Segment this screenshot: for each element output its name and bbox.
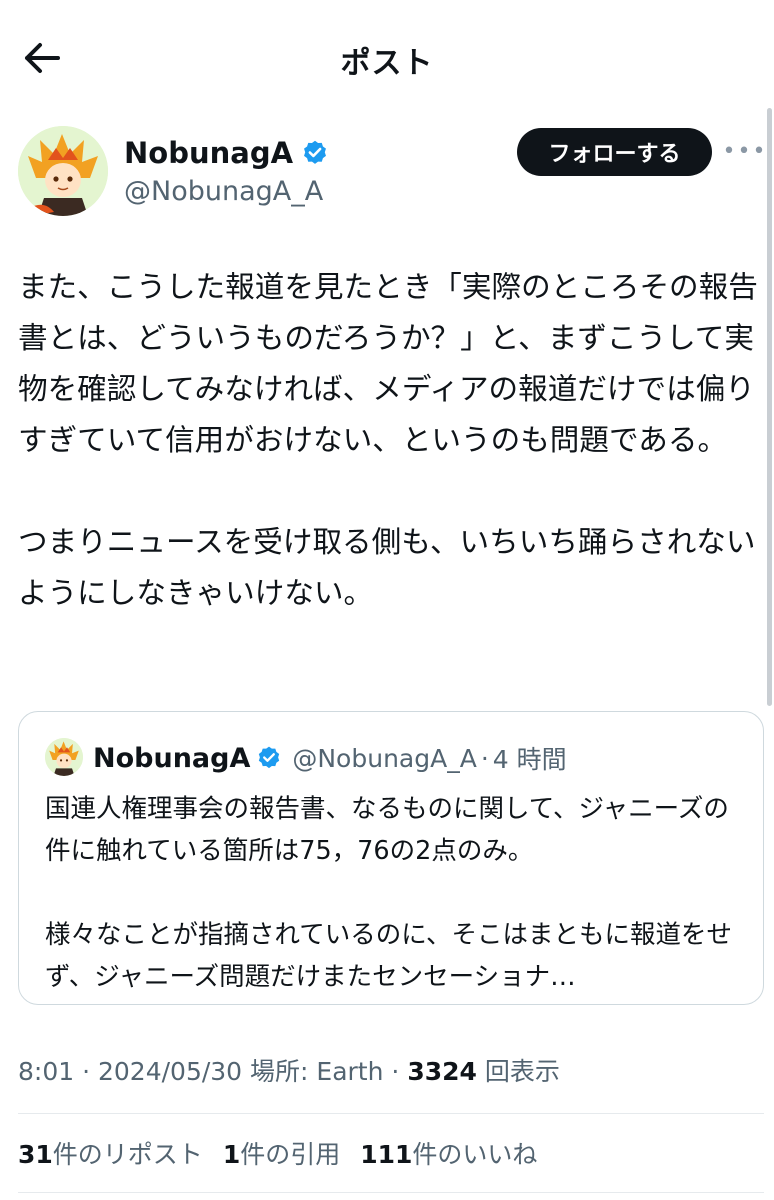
post-meta: 8:01 · 2024/05/30 場所: Earth · 3324 回表示 [18, 1052, 560, 1088]
separator-dot: · [82, 1057, 98, 1086]
quote-header: NobunagA @NobunagA_A · 4 時間 [93, 740, 567, 776]
divider [18, 1113, 764, 1114]
separator-dot: · [391, 1057, 408, 1086]
verified-badge-icon [259, 746, 280, 769]
quote-text: 国連人権理事会の報告書、なるものに関して、ジャニーズの件に触れている箇所は75，… [45, 794, 732, 992]
quote-author-name: NobunagA [93, 742, 251, 774]
quoted-post[interactable]: NobunagA @NobunagA_A · 4 時間 国連人権理事会の報告書、… [18, 711, 764, 1005]
quote-time: 4 時間 [492, 745, 567, 774]
post-text: また、こうした報道を見たとき「実際のところその報告書とは、どういうものだろうか？… [18, 270, 758, 610]
reposts-label: 件のリポスト [52, 1140, 203, 1169]
quotes-stat[interactable]: 1件の引用 [223, 1135, 340, 1171]
view-count: 3324 [407, 1057, 477, 1086]
likes-stat[interactable]: 111件のいいね [360, 1135, 537, 1171]
quotes-label: 件の引用 [240, 1140, 341, 1169]
page-title: ポスト [340, 46, 434, 81]
avatar[interactable] [18, 126, 108, 216]
post-location: 場所: Earth [250, 1057, 384, 1086]
divider [18, 1192, 764, 1193]
author-handle[interactable]: @NobunagA_A [124, 176, 323, 207]
post-time: 8:01 [18, 1057, 75, 1086]
header: ポスト [0, 0, 774, 116]
reposts-stat[interactable]: 31件のリポスト [18, 1135, 203, 1171]
quotes-count: 1 [222, 1140, 241, 1169]
verified-badge-icon [304, 140, 326, 164]
reposts-count: 31 [18, 1140, 53, 1169]
author-name[interactable]: NobunagA [124, 136, 293, 170]
view-label: 回表示 [484, 1057, 560, 1086]
scrollbar[interactable] [767, 108, 772, 706]
likes-count: 111 [360, 1140, 413, 1169]
quote-handle: @NobunagA_A [292, 743, 477, 773]
author-name-row: NobunagA [124, 136, 329, 170]
follow-button[interactable]: フォローする [517, 128, 712, 176]
quote-avatar [45, 738, 83, 776]
engagement-stats: 31件のリポスト 1件の引用 111件のいいね [18, 1135, 557, 1171]
post-date: 2024/05/30 [98, 1057, 243, 1086]
separator-dot: · [480, 743, 489, 773]
author-section: NobunagA @NobunagA_A フォローする ••• [18, 126, 766, 218]
likes-label: 件のいいね [412, 1140, 538, 1169]
more-horizontal-icon[interactable]: ••• [723, 136, 766, 166]
